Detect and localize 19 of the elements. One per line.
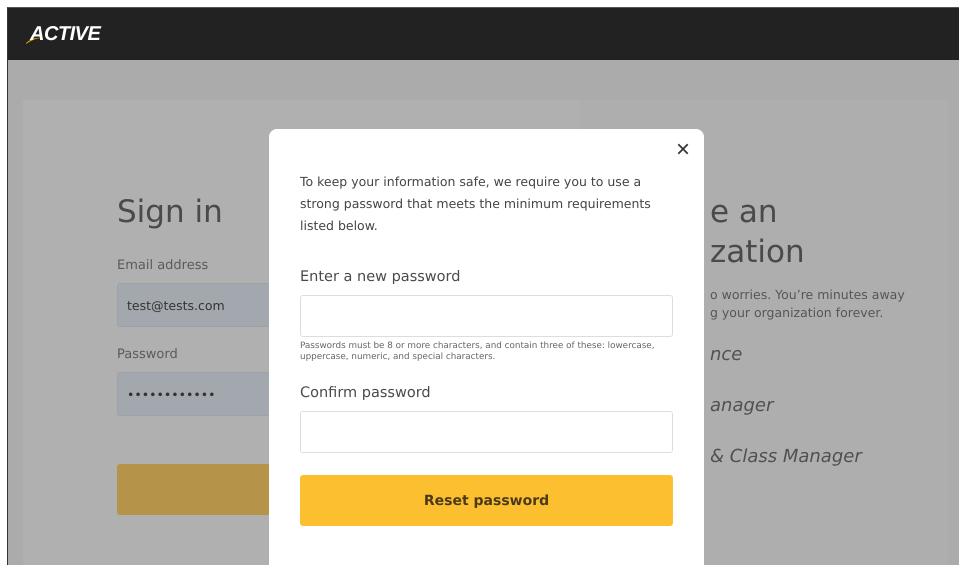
product-name[interactable]: anager xyxy=(710,395,774,416)
organization-title: zation xyxy=(710,233,805,272)
close-button[interactable]: × xyxy=(674,139,692,161)
sign-in-title: Sign in xyxy=(117,193,223,232)
reset-password-button[interactable]: Reset password xyxy=(300,475,673,526)
new-password-label: Enter a new password xyxy=(300,269,462,285)
password-hint: Passwords must be 8 or more characters, and contain three of these: lowercase, uppercase, numeric, and special characters. xyxy=(300,341,656,363)
product-name[interactable]: & Class Manager xyxy=(710,446,862,467)
confirm-password-label: Confirm password xyxy=(300,385,432,401)
product-name[interactable]: nce xyxy=(710,344,742,365)
confirm-password-field[interactable] xyxy=(300,411,673,453)
organization-text: o worries. You’re minutes away xyxy=(710,286,906,304)
dialog-message: To keep your information safe, we require you to use a strong password that meets the minimum requirements listed below. xyxy=(300,173,652,235)
password-label: Password xyxy=(117,347,178,362)
email-label: Email address xyxy=(117,258,208,273)
logo: ACTIVE xyxy=(26,22,100,46)
organization-text: g your organization forever. xyxy=(710,304,884,322)
organization-title: e an xyxy=(710,193,778,232)
new-password-field[interactable] xyxy=(300,295,673,337)
